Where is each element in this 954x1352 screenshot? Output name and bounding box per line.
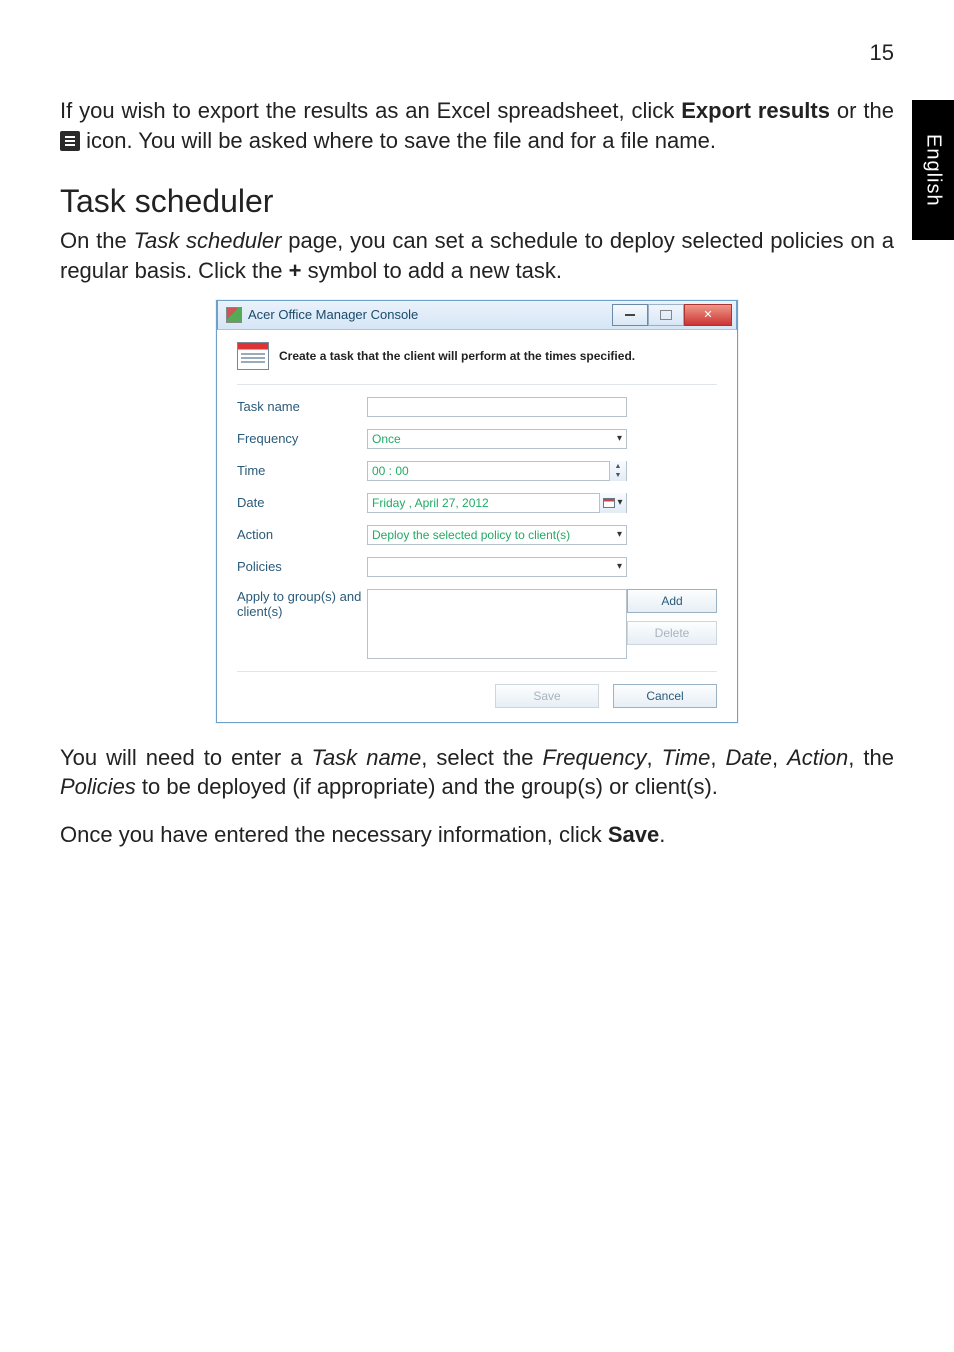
text: On the (60, 228, 134, 253)
add-button[interactable]: Add (627, 589, 717, 613)
text: , select the (421, 745, 542, 770)
text: , (710, 745, 725, 770)
paragraph-fields: You will need to enter a Task name, sele… (60, 743, 894, 802)
text: Once you have entered the necessary info… (60, 822, 608, 847)
text: or the (830, 98, 894, 123)
minimize-button[interactable] (612, 304, 648, 326)
plus-symbol: + (289, 258, 302, 283)
frequency-value: Once (372, 432, 401, 446)
save-button: Save (495, 684, 599, 708)
document-icon (60, 131, 80, 151)
app-icon (226, 307, 242, 323)
label-apply: Apply to group(s) and client(s) (237, 589, 367, 619)
dialog-window: Acer Office Manager Console ✕ Create a t… (216, 300, 738, 723)
time-value: 00 : 00 (372, 464, 409, 478)
action-select[interactable]: Deploy the selected policy to client(s) (367, 525, 627, 545)
action-value: Deploy the selected policy to client(s) (372, 528, 570, 542)
text: icon. You will be asked where to save th… (80, 128, 716, 153)
date-value: Friday , April 27, 2012 (372, 496, 489, 510)
page: 15 English If you wish to export the res… (0, 0, 954, 1352)
text: , (646, 745, 661, 770)
policies-select[interactable] (367, 557, 627, 577)
delete-button: Delete (627, 621, 717, 645)
label-time: Time (237, 463, 367, 478)
row-frequency: Frequency Once (237, 429, 717, 449)
page-number: 15 (60, 40, 894, 66)
text: , the (848, 745, 894, 770)
term-time: Time (662, 745, 711, 770)
frequency-select[interactable]: Once (367, 429, 627, 449)
label-date: Date (237, 495, 367, 510)
date-picker[interactable]: Friday , April 27, 2012 (367, 493, 627, 513)
row-apply: Apply to group(s) and client(s) Add Dele… (237, 589, 717, 659)
term-frequency: Frequency (543, 745, 647, 770)
label-policies: Policies (237, 559, 367, 574)
dialog-body: Create a task that the client will perfo… (217, 330, 737, 722)
term-taskname: Task name (312, 745, 422, 770)
apply-listbox[interactable] (367, 589, 627, 659)
heading-task-scheduler: Task scheduler (60, 183, 894, 220)
save-label: Save (608, 822, 659, 847)
row-task-name: Task name (237, 397, 717, 417)
row-time: Time 00 : 00 ▲▼ (237, 461, 717, 481)
dialog-header-text: Create a task that the client will perfo… (279, 349, 635, 363)
language-side-tab: English (912, 100, 954, 240)
window-buttons: ✕ (612, 304, 732, 326)
spinner-arrows-icon[interactable]: ▲▼ (609, 461, 626, 481)
export-results-label: Export results (681, 98, 830, 123)
term-policies: Policies (60, 774, 136, 799)
close-button[interactable]: ✕ (684, 304, 732, 326)
text: symbol to add a new task. (302, 258, 562, 283)
label-action: Action (237, 527, 367, 542)
row-policies: Policies (237, 557, 717, 577)
time-spinner[interactable]: 00 : 00 ▲▼ (367, 461, 627, 481)
row-action: Action Deploy the selected policy to cli… (237, 525, 717, 545)
term-action: Action (787, 745, 848, 770)
calendar-icon (237, 342, 269, 370)
label-frequency: Frequency (237, 431, 367, 446)
title-bar-left: Acer Office Manager Console (226, 307, 418, 323)
text: You will need to enter a (60, 745, 312, 770)
dialog-header: Create a task that the client will perfo… (237, 342, 717, 385)
text: If you wish to export the results as an … (60, 98, 681, 123)
dialog-footer: Save Cancel (237, 671, 717, 708)
row-date: Date Friday , April 27, 2012 (237, 493, 717, 513)
cancel-button[interactable]: Cancel (613, 684, 717, 708)
task-name-input[interactable] (367, 397, 627, 417)
calendar-dropdown-icon[interactable] (599, 493, 626, 513)
task-scheduler-term: Task scheduler (134, 228, 282, 253)
paragraph-intro: On the Task scheduler page, you can set … (60, 226, 894, 285)
label-task-name: Task name (237, 399, 367, 414)
text: to be deployed (if appropriate) and the … (136, 774, 718, 799)
window-title: Acer Office Manager Console (248, 307, 418, 322)
paragraph-export: If you wish to export the results as an … (60, 96, 894, 155)
text: . (659, 822, 665, 847)
dialog-screenshot: Acer Office Manager Console ✕ Create a t… (60, 300, 894, 723)
text: , (772, 745, 787, 770)
paragraph-save: Once you have entered the necessary info… (60, 820, 894, 850)
apply-buttons: Add Delete (627, 589, 717, 645)
title-bar: Acer Office Manager Console ✕ (217, 300, 737, 330)
maximize-button (648, 304, 684, 326)
term-date: Date (725, 745, 771, 770)
